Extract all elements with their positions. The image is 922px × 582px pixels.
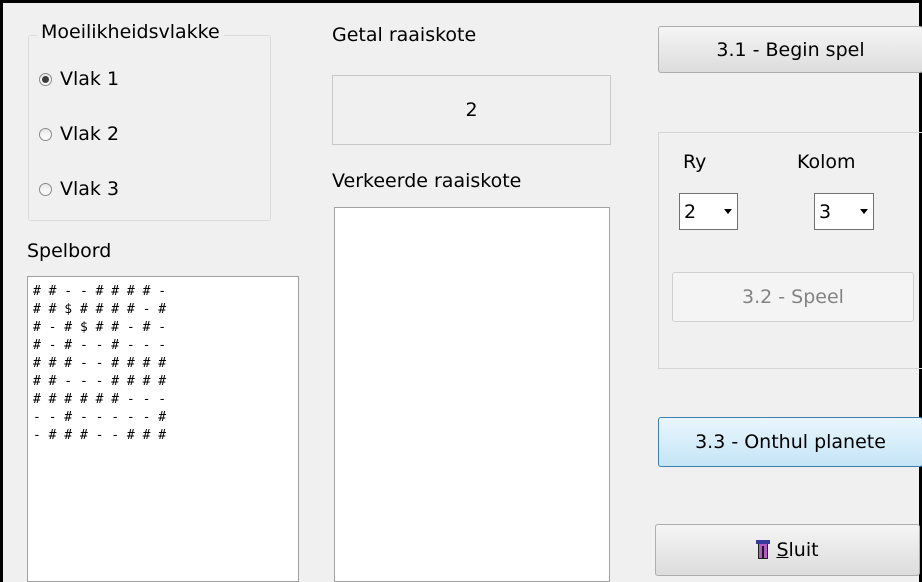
board-row: # - # $ # # - # - — [33, 320, 167, 335]
radio-button[interactable] — [39, 127, 52, 141]
radio-vlak-2-label: Vlak 2 — [60, 123, 120, 145]
close-label-rest: luit — [788, 539, 819, 561]
guesses-value: 2 — [332, 75, 611, 145]
radio-vlak-3[interactable]: Vlak 3 — [39, 178, 119, 200]
radio-vlak-2[interactable]: Vlak 2 — [39, 123, 119, 145]
exit-door-icon — [756, 540, 772, 560]
board-label: Spelbord — [27, 240, 112, 262]
chevron-down-icon — [724, 209, 732, 214]
close-mnemonic: S — [776, 539, 789, 561]
main-form: Moeilikheidsvlakke Vlak 1 Vlak 2 Vlak 3 … — [0, 0, 922, 582]
column-label: Kolom — [797, 151, 856, 173]
difficulty-group-title: Moeilikheidsvlakke — [37, 21, 224, 43]
board-row: # # # - - # # # # — [33, 356, 167, 371]
play-button[interactable]: 3.2 - Speel — [672, 272, 914, 322]
close-button-label: Sluit — [776, 539, 818, 561]
begin-game-button[interactable]: 3.1 - Begin spel — [658, 26, 922, 73]
board-row: # - # - - # - - - — [33, 338, 167, 353]
row-label: Ry — [683, 151, 707, 173]
board-row: - # # # - - # # # — [33, 428, 167, 443]
row-dropdown-value: 2 — [684, 200, 697, 223]
radio-vlak-3-label: Vlak 3 — [60, 178, 120, 200]
radio-button[interactable] — [39, 182, 52, 196]
reveal-planets-button[interactable]: 3.3 - Onthul planete — [658, 417, 922, 467]
board-row: # # $ # # # # - # — [33, 302, 167, 317]
column-dropdown[interactable]: 3 — [814, 193, 874, 230]
wrong-guesses-label: Verkeerde raaiskote — [332, 170, 522, 192]
radio-vlak-1[interactable]: Vlak 1 — [39, 68, 119, 90]
column-dropdown-value: 3 — [819, 200, 832, 223]
guesses-label: Getal raaiskote — [332, 24, 477, 46]
radio-button-selected[interactable] — [39, 72, 52, 86]
row-dropdown[interactable]: 2 — [679, 193, 738, 230]
wrong-guesses-listbox[interactable] — [334, 207, 610, 582]
close-button[interactable]: Sluit — [655, 524, 920, 576]
chevron-down-icon — [860, 209, 868, 214]
board-row: # # # # # # - - - — [33, 392, 167, 407]
board-textbox[interactable]: # # - - # # # # - # # $ # # # # - # # - … — [27, 276, 299, 582]
board-row: # # - - - # # # # — [33, 374, 167, 389]
board-row: # # - - # # # # - — [33, 284, 167, 299]
board-row: - - # - - - - - # — [33, 410, 167, 425]
radio-vlak-1-label: Vlak 1 — [60, 68, 120, 90]
